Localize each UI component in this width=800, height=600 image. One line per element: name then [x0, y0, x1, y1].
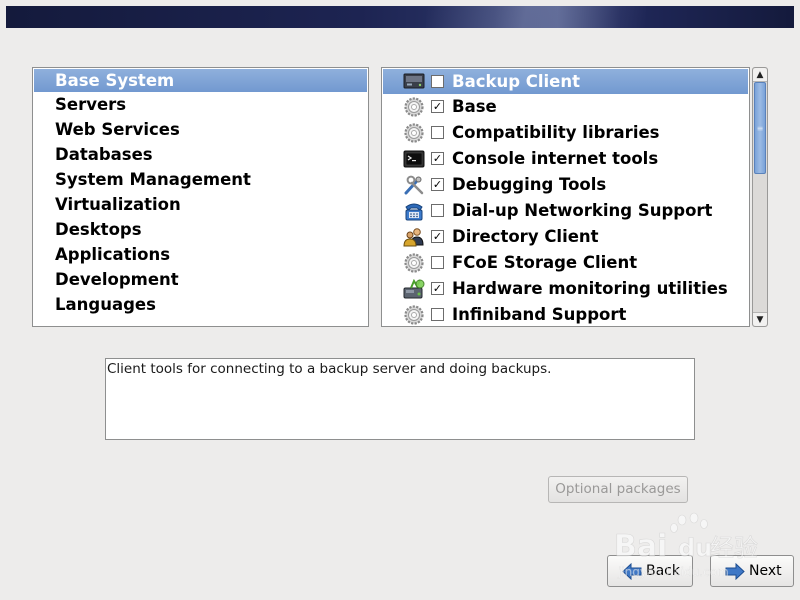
group-item-development[interactable]: Development: [33, 267, 368, 292]
package-label: Hardware monitoring utilities: [452, 279, 728, 298]
optional-packages-button[interactable]: Optional packages: [548, 476, 688, 503]
telephone-icon: [405, 203, 423, 221]
back-button-label: Back: [646, 563, 680, 579]
package-label: Debugging Tools: [452, 175, 607, 194]
package-label: Compatibility libraries: [452, 123, 660, 142]
package-checkbox[interactable]: ✓: [431, 152, 444, 165]
package-item-debugging-tools[interactable]: ✓ Debugging Tools: [382, 172, 749, 198]
next-arrow-icon: [725, 563, 745, 580]
next-button-label: Next: [749, 563, 782, 579]
package-item-hardware-monitoring-utilities[interactable]: ✓ Hardware monitoring utilities: [382, 276, 749, 302]
group-item-languages[interactable]: Languages: [33, 292, 368, 317]
package-checkbox[interactable]: [431, 256, 444, 269]
group-item-servers[interactable]: Servers: [33, 92, 368, 117]
group-item-applications[interactable]: Applications: [33, 242, 368, 267]
gear-icon: [404, 305, 424, 325]
package-label: Base: [452, 97, 497, 116]
header-banner: [6, 6, 794, 28]
scrollbar-thumb[interactable]: ≡: [754, 82, 766, 174]
gear-icon: [404, 97, 424, 117]
gear-icon: [404, 253, 424, 273]
package-item-base[interactable]: ✓ Base: [382, 94, 749, 120]
scroll-down-arrow-icon[interactable]: ▼: [753, 312, 767, 326]
group-item-base-system[interactable]: Base System: [34, 69, 367, 92]
group-category-list[interactable]: Base System Servers Web Services Databas…: [32, 67, 369, 327]
package-label: Directory Client: [452, 227, 599, 246]
package-checkbox[interactable]: ✓: [431, 178, 444, 191]
package-item-console-internet-tools[interactable]: ✓ Console internet tools: [382, 146, 749, 172]
group-item-web-services[interactable]: Web Services: [33, 117, 368, 142]
package-description: Client tools for connecting to a backup …: [105, 358, 695, 440]
backup-drive-icon: [403, 73, 425, 89]
package-item-directory-client[interactable]: ✓ Directory Client: [382, 224, 749, 250]
package-checkbox[interactable]: [431, 308, 444, 321]
package-label: Dial-up Networking Support: [452, 201, 713, 220]
package-group-list[interactable]: Backup Client ✓ Base Compatibility libra…: [381, 67, 750, 327]
package-checkbox[interactable]: [431, 75, 444, 88]
gear-icon: [404, 123, 424, 143]
hardware-monitor-icon: [403, 279, 425, 299]
package-item-infiniband-support[interactable]: Infiniband Support: [382, 302, 749, 326]
package-list-scrollbar[interactable]: ▲ ≡ ▼: [752, 67, 768, 327]
back-button[interactable]: Back: [607, 555, 693, 587]
package-item-compatibility-libraries[interactable]: Compatibility libraries: [382, 120, 749, 146]
back-arrow-icon: [622, 563, 642, 580]
package-checkbox[interactable]: ✓: [431, 282, 444, 295]
terminal-icon: [403, 150, 425, 168]
group-item-databases[interactable]: Databases: [33, 142, 368, 167]
package-label: Infiniband Support: [452, 305, 627, 324]
package-label: FCoE Storage Client: [452, 253, 638, 272]
package-item-backup-client[interactable]: Backup Client: [383, 69, 748, 94]
package-label: Backup Client: [452, 72, 581, 91]
scroll-up-arrow-icon[interactable]: ▲: [753, 68, 767, 82]
group-item-desktops[interactable]: Desktops: [33, 217, 368, 242]
package-checkbox[interactable]: ✓: [431, 100, 444, 113]
tools-icon: [404, 175, 424, 195]
package-label: Console internet tools: [452, 149, 659, 168]
users-icon: [403, 228, 424, 247]
group-item-virtualization[interactable]: Virtualization: [33, 192, 368, 217]
package-checkbox[interactable]: [431, 204, 444, 217]
package-item-fcoe-storage-client[interactable]: FCoE Storage Client: [382, 250, 749, 276]
group-item-system-management[interactable]: System Management: [33, 167, 368, 192]
package-item-dial-up-networking-support[interactable]: Dial-up Networking Support: [382, 198, 749, 224]
package-checkbox[interactable]: [431, 126, 444, 139]
package-checkbox[interactable]: ✓: [431, 230, 444, 243]
next-button[interactable]: Next: [710, 555, 794, 587]
